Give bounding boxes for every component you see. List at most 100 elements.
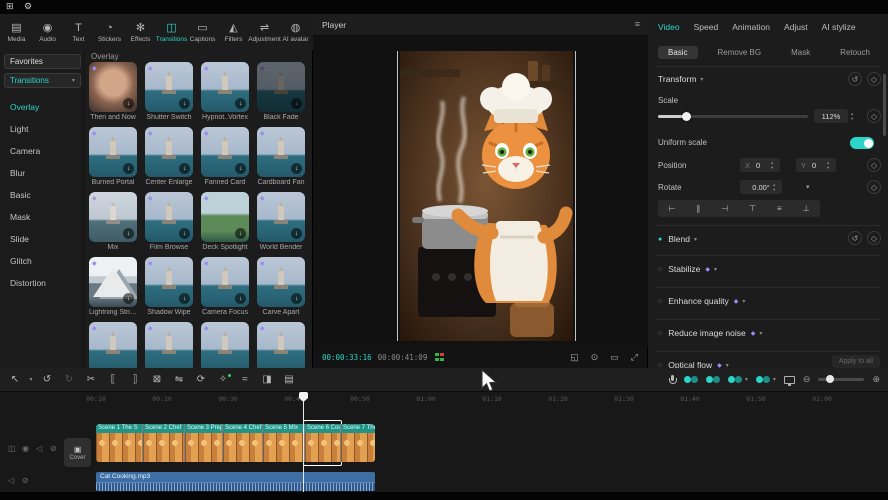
transition-item[interactable]: ◆↓ Black Fade — [257, 62, 305, 121]
track-visibility-icon[interactable]: ◉ — [22, 444, 29, 453]
crop-handle-right[interactable] — [575, 51, 576, 341]
transition-item[interactable]: ◆ — [145, 322, 193, 368]
rotate-value[interactable]: 0.00° — [740, 180, 782, 194]
align-bottom-icon[interactable]: ⊥ — [803, 204, 810, 213]
audio-mute-icon[interactable]: ◁ — [8, 476, 14, 485]
transition-item[interactable]: ◆↓ Center Enlarge — [145, 127, 193, 186]
sidebar-item-slide[interactable]: Slide — [0, 230, 85, 247]
tab-transitions[interactable]: ◫Transitions — [156, 16, 187, 50]
tab-speed[interactable]: Speed — [694, 22, 719, 32]
transition-item[interactable]: ◆↓ Film Browse — [145, 192, 193, 251]
transition-item[interactable]: ◆↓ Shadow Wipe — [145, 257, 193, 316]
player-menu-icon[interactable]: ≡ — [635, 19, 640, 29]
transition-item[interactable]: ◆↓ Shutter Switch — [145, 62, 193, 121]
keyframe-pair-icon[interactable] — [684, 376, 698, 383]
reset-transform-icon[interactable]: ↺ — [848, 72, 862, 86]
blend-section[interactable]: ● Blend ▾ — [658, 234, 697, 244]
sidebar-item-light[interactable]: Light — [0, 120, 85, 137]
tab-stickers[interactable]: ◔Stickers — [94, 16, 125, 50]
audio-track-clip[interactable]: Cat Cooking.mp3 — [96, 472, 375, 491]
keyframe-blend-icon[interactable]: ◇ — [867, 231, 881, 245]
delete-icon[interactable]: ⊠ — [146, 374, 168, 385]
transition-item[interactable]: ◆↓ Carve Apart — [257, 257, 305, 316]
timeline-zoom-knob[interactable] — [826, 375, 834, 383]
transition-item[interactable]: ◆↓ Camera Focus — [201, 257, 249, 316]
tab-effects[interactable]: ✻Effects — [125, 16, 156, 50]
subtab-basic[interactable]: Basic — [658, 46, 698, 59]
clip-scene-2[interactable]: Scene 2 Chef — [142, 424, 184, 462]
zoom-out-icon[interactable]: ⊖ — [803, 374, 811, 385]
mask-icon[interactable]: ◨ — [256, 374, 278, 385]
keyframe-scale-icon[interactable]: ◇ — [867, 109, 881, 123]
align-right-icon[interactable]: ⊣ — [721, 204, 728, 213]
tab-media[interactable]: ▤Media — [1, 16, 32, 50]
transition-item[interactable]: ◆↓ Then and Now — [89, 62, 137, 121]
transition-item[interactable]: ◆ — [89, 322, 137, 368]
subtab-mask[interactable]: Mask — [781, 46, 820, 59]
enhance-quality-section[interactable]: ○ Enhance quality ◆ ▾ — [658, 296, 745, 306]
sidebar-item-glitch[interactable]: Glitch — [0, 252, 85, 269]
audio-lock-icon[interactable]: ⊘ — [22, 476, 29, 485]
preview-axis-icon[interactable] — [784, 376, 795, 384]
redo-icon[interactable]: ↻ — [58, 374, 80, 385]
select-tool-icon[interactable]: ↖ — [4, 374, 26, 385]
rotate-stepper[interactable]: ▴▾ — [773, 182, 775, 192]
chevron-down-icon[interactable]: ▾ — [773, 376, 776, 383]
transition-pair-icon[interactable] — [728, 376, 742, 383]
mirror-icon[interactable]: ⇋ — [168, 374, 190, 385]
track-lock-icon[interactable]: ⊘ — [50, 444, 57, 453]
position-y-field[interactable]: Y0 — [796, 158, 836, 172]
position-y-stepper[interactable]: ▴▾ — [827, 160, 829, 170]
clip-scene-3[interactable]: Scene 3 Prep — [184, 424, 222, 462]
screen-icon[interactable]: ▤ — [278, 374, 300, 385]
transition-item[interactable]: ◆↓ Burned Portal — [89, 127, 137, 186]
tab-adjustment[interactable]: ⇌Adjustment — [249, 16, 280, 50]
scale-stepper[interactable]: ▴▾ — [851, 111, 853, 121]
cover-button[interactable]: ▣ Cover — [64, 438, 91, 467]
split-icon[interactable]: ✂ — [80, 374, 102, 385]
transition-item[interactable]: ◆↓ Fanned Card — [201, 127, 249, 186]
aspect-ratio-icon[interactable]: ◱ — [570, 352, 579, 363]
snapshot-icon[interactable]: ⊙ — [591, 352, 599, 363]
quality-icon[interactable]: ▭ — [610, 352, 619, 363]
scale-slider-knob[interactable] — [682, 112, 691, 121]
select-tool-caret[interactable]: ▾ — [26, 376, 36, 383]
trim-right-icon[interactable]: ⟧ — [124, 374, 146, 385]
position-x-stepper[interactable]: ▴▾ — [771, 160, 773, 170]
align-left-icon[interactable]: ⊢ — [668, 204, 675, 213]
tab-ai-stylize[interactable]: AI stylize — [822, 22, 856, 32]
preview-quality-icon[interactable] — [435, 353, 444, 361]
clip-scene-4[interactable]: Scene 4 Chef — [222, 424, 262, 462]
rotate-icon[interactable]: ⟳ — [190, 374, 212, 385]
track-mute-icon[interactable]: ◁ — [36, 444, 42, 453]
keyframe-transform-icon[interactable]: ◇ — [867, 72, 881, 86]
tab-animation[interactable]: Animation — [732, 22, 770, 32]
tab-video[interactable]: Video — [658, 22, 680, 32]
transitions-dropdown[interactable]: Transitions▾ — [4, 73, 81, 88]
clip-scene-6-selected[interactable]: Scene 6 Cou — [304, 424, 340, 462]
transition-item[interactable]: ◆↓ Hypnot..Vortex — [201, 62, 249, 121]
app-menu-icon[interactable]: ⊞ — [6, 1, 14, 12]
sidebar-item-basic[interactable]: Basic — [0, 186, 85, 203]
transition-item[interactable]: ◆ — [257, 322, 305, 368]
track-thumb-icon[interactable]: ◫ — [8, 444, 16, 453]
sidebar-item-overlay[interactable]: Overlay — [0, 98, 85, 115]
align-top-icon[interactable]: ⊤ — [749, 204, 756, 213]
transition-item[interactable]: ◆↓ Cardboard Fan — [257, 127, 305, 186]
timeline-ruler[interactable]: 00:10 00:20 00:30 00:40 00:50 01:00 01:1… — [0, 392, 888, 405]
subtab-retouch[interactable]: Retouch — [830, 46, 880, 59]
trim-left-icon[interactable]: ⟦ — [102, 374, 124, 385]
reset-blend-icon[interactable]: ↺ — [848, 231, 862, 245]
tab-audio[interactable]: ◉Audio — [32, 16, 63, 50]
favorites-button[interactable]: Favorites — [4, 54, 81, 69]
sidebar-item-distortion[interactable]: Distortion — [0, 274, 85, 291]
playhead-line[interactable] — [303, 393, 304, 492]
clip-scene-5[interactable]: Scene 5 Mix — [262, 424, 304, 462]
tab-text[interactable]: TText — [63, 16, 94, 50]
clip-scene-7[interactable]: Scene 7 The — [340, 424, 375, 462]
fullscreen-icon[interactable]: ⤢ — [631, 352, 638, 363]
effect-pair-icon[interactable] — [756, 376, 770, 383]
marker-pair-icon[interactable] — [706, 376, 720, 383]
align-center-h-icon[interactable]: ∥ — [696, 204, 700, 213]
settings-icon[interactable]: ⚙ — [24, 1, 32, 12]
